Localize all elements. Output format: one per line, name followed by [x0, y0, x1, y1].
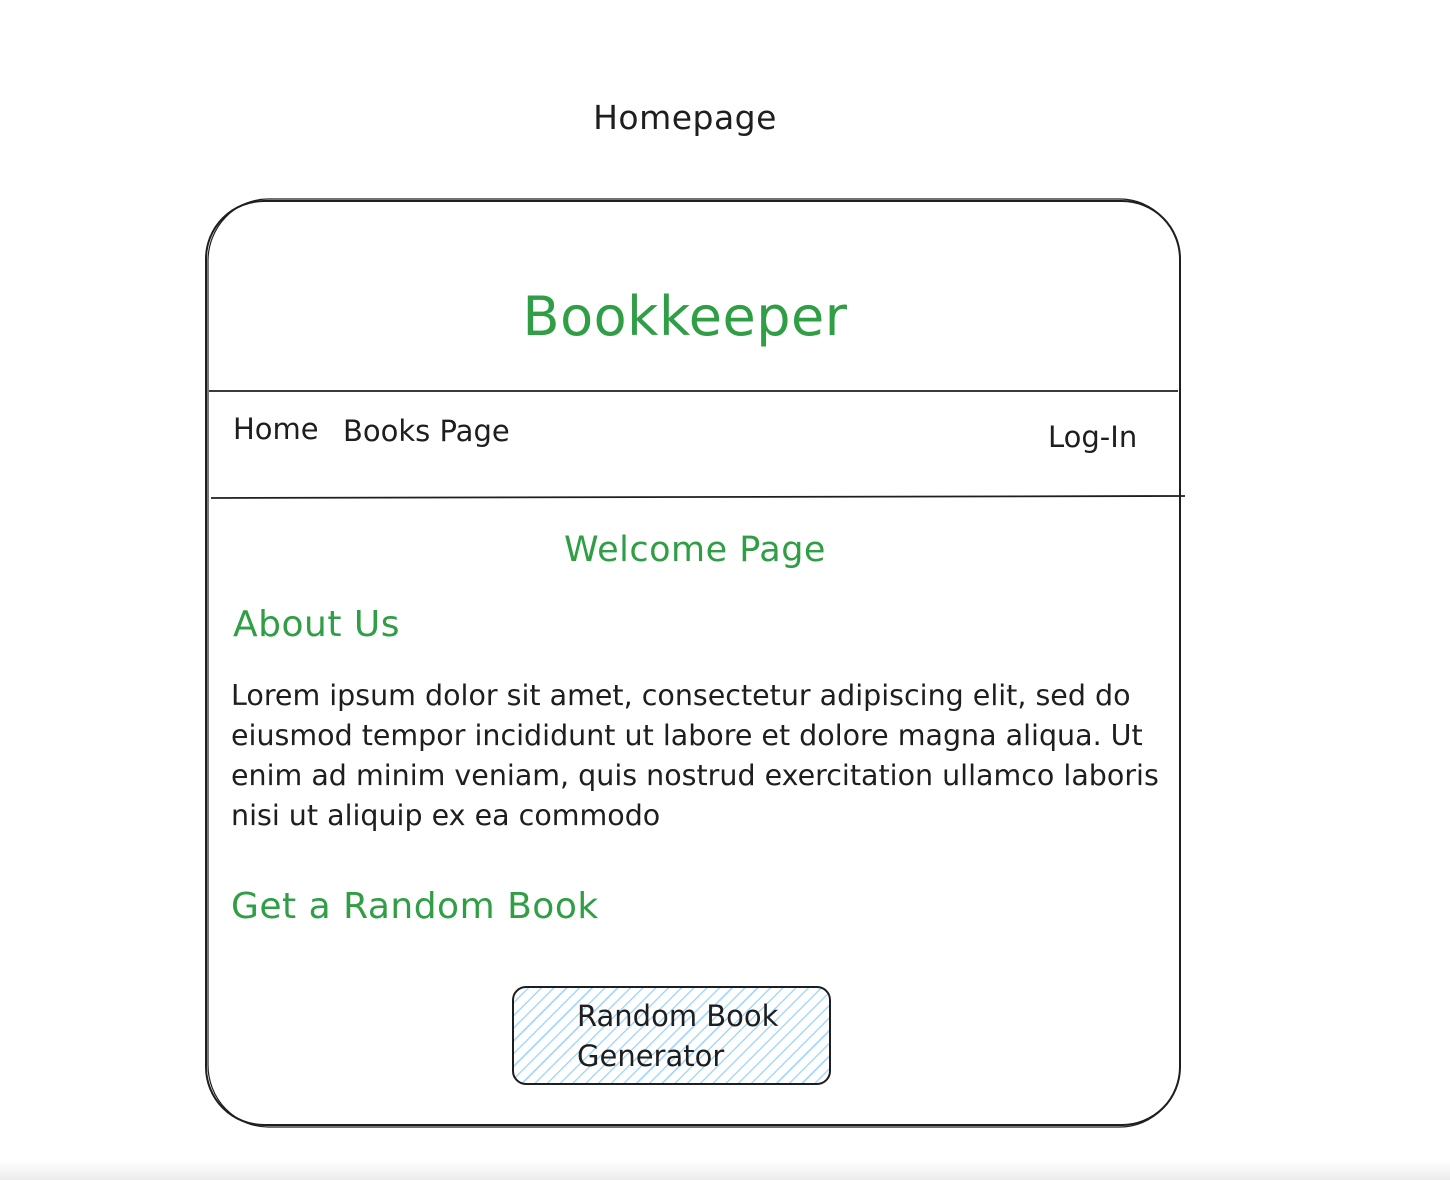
random-book-generator-label: Random Book Generator [577, 999, 779, 1073]
app-brand-title: Bookkeeper [522, 285, 848, 348]
about-us-paragraph: Lorem ipsum dolor sit amet, consectetur … [231, 679, 1159, 832]
nav-link-books-page[interactable]: Books Page [343, 414, 510, 448]
nav-link-home[interactable]: Home [233, 412, 319, 446]
welcome-heading: Welcome Page [564, 530, 826, 570]
random-book-generator-button[interactable]: Random Book Generator [512, 986, 831, 1085]
about-us-heading: About Us [233, 604, 400, 645]
nav-divider [210, 495, 1186, 499]
nav-link-login[interactable]: Log-In [1048, 420, 1137, 454]
random-book-heading: Get a Random Book [231, 886, 599, 927]
